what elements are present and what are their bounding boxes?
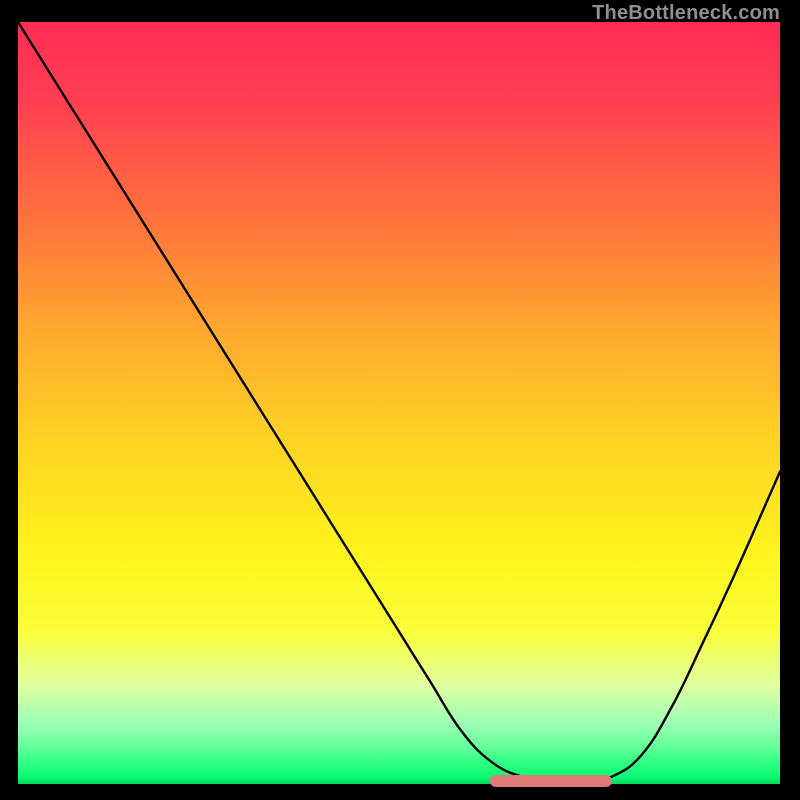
curve-path	[18, 22, 780, 783]
valley-band	[490, 775, 612, 787]
bottleneck-curve	[18, 22, 780, 784]
watermark: TheBottleneck.com	[592, 2, 780, 25]
plot-area	[18, 22, 780, 784]
chart-container: TheBottleneck.com	[0, 0, 800, 800]
